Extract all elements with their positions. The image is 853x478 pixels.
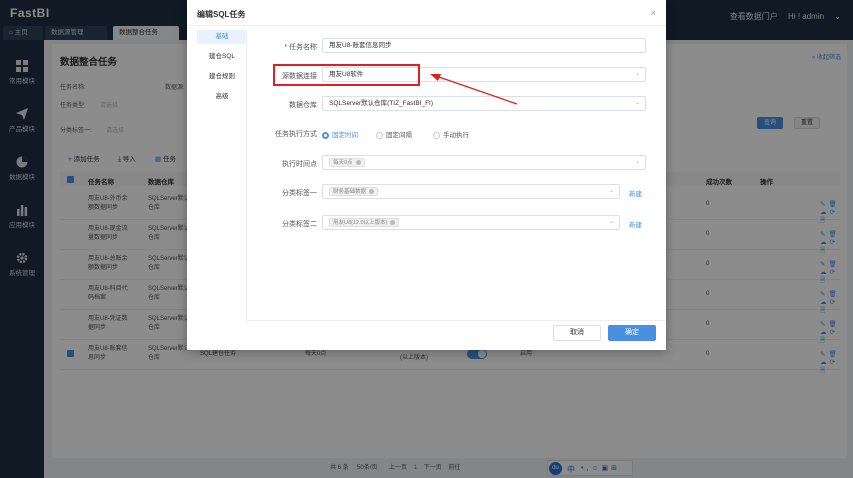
annotation-arrow [430, 74, 518, 105]
